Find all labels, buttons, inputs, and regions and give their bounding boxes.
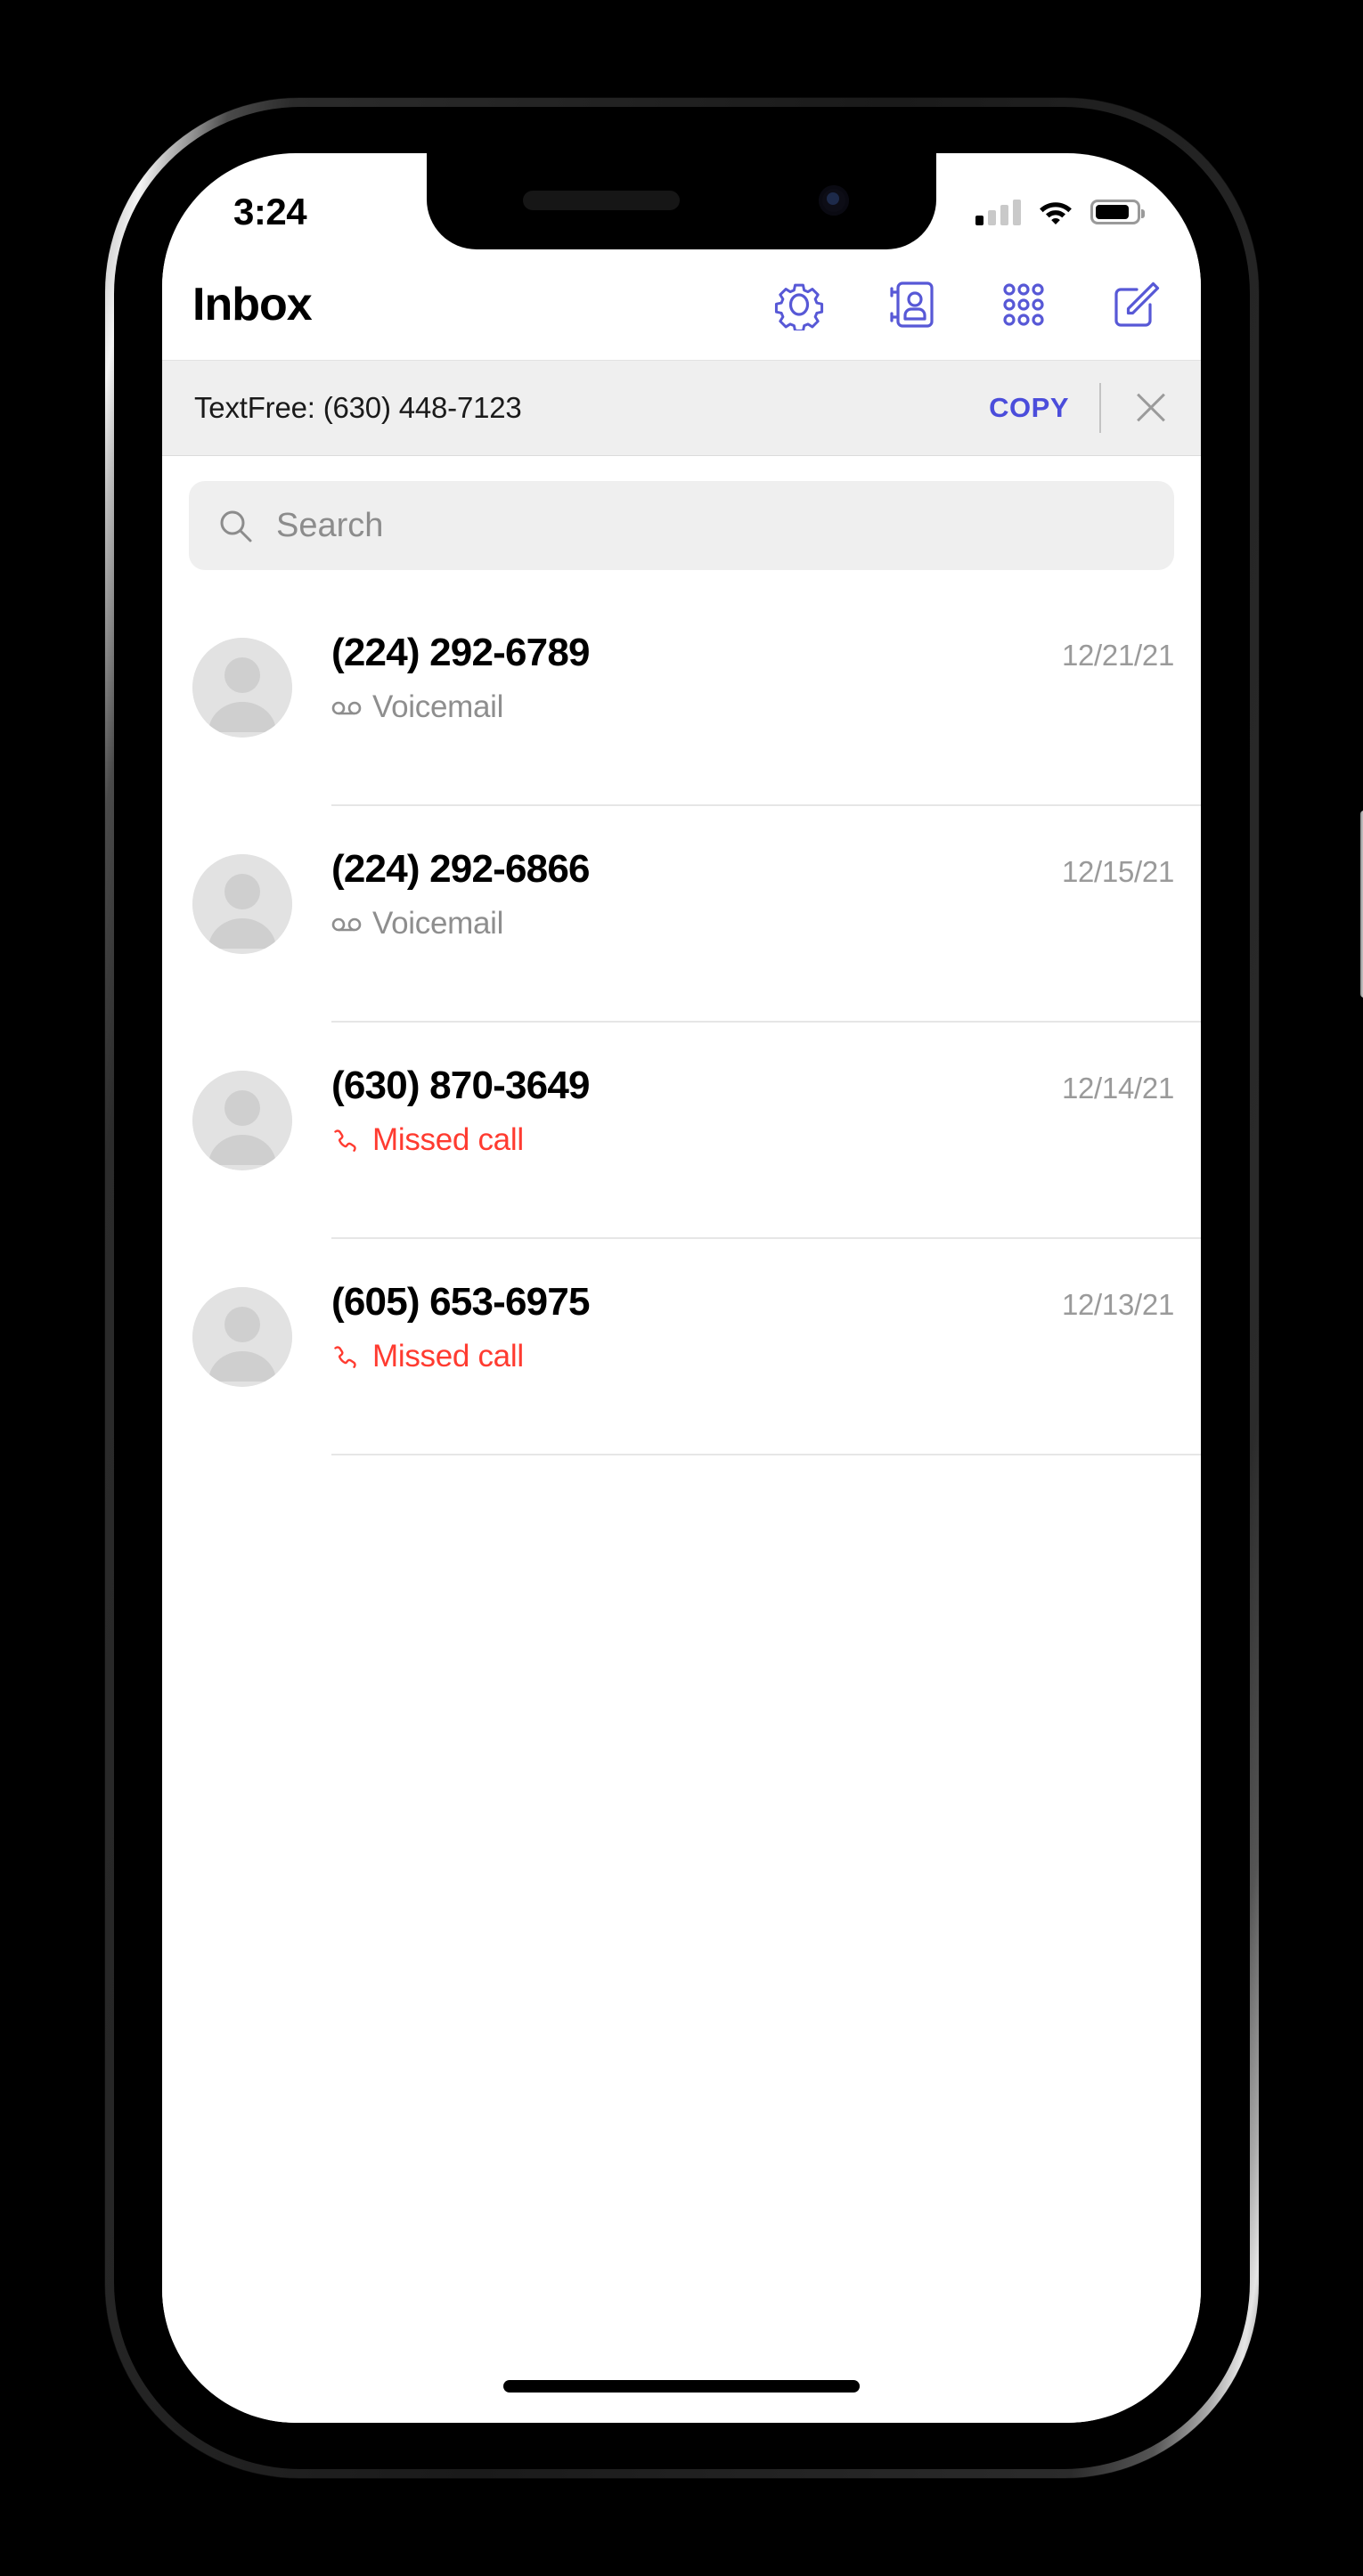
cellular-signal-icon xyxy=(975,199,1021,225)
table-row[interactable]: (630) 870-3649 12/14/21 Missed call xyxy=(162,1023,1201,1239)
preview-text: Voicemail xyxy=(372,906,504,941)
front-camera-icon xyxy=(819,185,849,216)
contact-number: (224) 292-6866 xyxy=(331,847,591,891)
contact-card-icon xyxy=(886,279,937,330)
battery-icon xyxy=(1090,200,1145,224)
status-time: 3:24 xyxy=(233,191,307,232)
conversation-list[interactable]: (224) 292-6789 12/21/21 Voicemail (224) … xyxy=(162,590,1201,2423)
row-body: (224) 292-6789 12/21/21 Voicemail xyxy=(331,622,1174,725)
contact-number: (605) 653-6975 xyxy=(331,1280,591,1324)
preview-text: Missed call xyxy=(372,1122,524,1157)
voicemail-icon xyxy=(331,696,362,719)
row-preview: Voicemail xyxy=(331,689,1174,725)
avatar xyxy=(192,1287,292,1387)
table-row[interactable]: (224) 292-6866 12/15/21 Voicemail xyxy=(162,806,1201,1023)
search-input[interactable] xyxy=(276,506,1146,545)
phone-handset-icon xyxy=(331,1345,362,1368)
banner-number-text: TextFree: (630) 448-7123 xyxy=(194,391,522,424)
nav-action-group xyxy=(773,279,1162,330)
row-body: (630) 870-3649 12/14/21 Missed call xyxy=(331,1055,1174,1158)
phone-number-banner: TextFree: (630) 448-7123 COPY xyxy=(162,360,1201,456)
status-indicators xyxy=(975,199,1145,225)
preview-text: Voicemail xyxy=(372,689,504,724)
home-indicator[interactable] xyxy=(503,2380,860,2393)
search-box[interactable] xyxy=(189,481,1174,570)
message-date: 12/14/21 xyxy=(1061,1072,1174,1105)
contact-number: (224) 292-6789 xyxy=(331,631,591,674)
close-icon[interactable] xyxy=(1131,388,1171,428)
voicemail-icon xyxy=(331,912,362,935)
compose-icon xyxy=(1110,279,1162,330)
table-row[interactable]: (224) 292-6789 12/21/21 Voicemail xyxy=(162,590,1201,806)
compose-button[interactable] xyxy=(1110,279,1162,330)
row-header: (224) 292-6866 12/15/21 xyxy=(331,847,1174,892)
row-divider xyxy=(331,1454,1201,1455)
message-date: 12/13/21 xyxy=(1061,1288,1174,1321)
phone-screen: 3:24 Inbox TextFree: (630) 448-7123 COPY… xyxy=(162,153,1201,2423)
earpiece-speaker-icon xyxy=(523,191,680,210)
contacts-button[interactable] xyxy=(886,279,937,330)
gear-icon xyxy=(773,279,825,330)
wifi-icon xyxy=(1039,200,1073,225)
avatar xyxy=(192,854,292,954)
settings-button[interactable] xyxy=(773,279,825,330)
table-row[interactable]: (605) 653-6975 12/13/21 Missed call xyxy=(162,1239,1201,1455)
avatar xyxy=(192,638,292,738)
dial-pad-icon xyxy=(998,279,1049,330)
phone-handset-icon xyxy=(331,1129,362,1152)
avatar xyxy=(192,1071,292,1170)
navigation-bar: Inbox xyxy=(162,249,1201,360)
keypad-button[interactable] xyxy=(998,279,1049,330)
page-title: Inbox xyxy=(192,279,313,330)
copy-button[interactable]: COPY xyxy=(989,392,1069,424)
row-header: (605) 653-6975 12/13/21 xyxy=(331,1280,1174,1325)
device-notch xyxy=(427,153,936,249)
message-date: 12/21/21 xyxy=(1061,639,1174,672)
search-icon xyxy=(217,508,253,543)
row-header: (224) 292-6789 12/21/21 xyxy=(331,631,1174,675)
search-section xyxy=(162,456,1201,590)
contact-number: (630) 870-3649 xyxy=(331,1064,591,1107)
row-preview: Missed call xyxy=(331,1122,1174,1158)
row-preview: Voicemail xyxy=(331,906,1174,942)
screenshot-stage: 3:24 Inbox TextFree: (630) 448-7123 COPY… xyxy=(0,0,1363,2576)
preview-text: Missed call xyxy=(372,1339,524,1374)
row-header: (630) 870-3649 12/14/21 xyxy=(331,1064,1174,1108)
row-body: (605) 653-6975 12/13/21 Missed call xyxy=(331,1271,1174,1374)
row-preview: Missed call xyxy=(331,1339,1174,1374)
banner-divider xyxy=(1099,383,1101,433)
message-date: 12/15/21 xyxy=(1061,855,1174,888)
banner-actions: COPY xyxy=(989,383,1171,433)
row-body: (224) 292-6866 12/15/21 Voicemail xyxy=(331,838,1174,942)
